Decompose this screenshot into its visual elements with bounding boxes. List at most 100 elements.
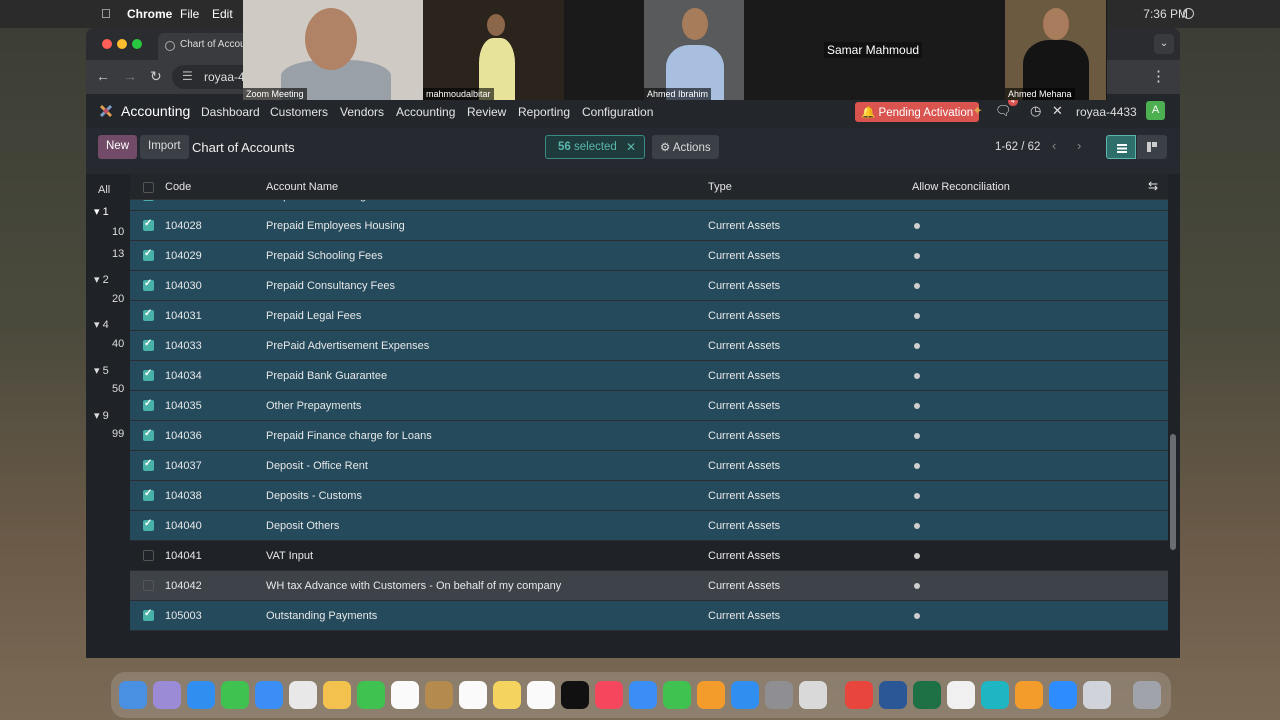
keynote-icon[interactable] bbox=[629, 681, 657, 709]
tools-icon[interactable]: ✕ bbox=[1052, 103, 1063, 119]
apps-menu-icon[interactable] bbox=[98, 103, 114, 119]
row-checkbox[interactable] bbox=[143, 248, 154, 261]
group-20[interactable]: 20 bbox=[112, 293, 124, 305]
reconcile-toggle[interactable] bbox=[914, 403, 920, 409]
launchpad-icon[interactable] bbox=[153, 681, 181, 709]
table-row[interactable]: 104035 Other Prepayments Current Assets bbox=[130, 391, 1168, 421]
pending-activation-badge[interactable]: 🔔 Pending Activation bbox=[855, 102, 980, 122]
site-info-icon[interactable]: ☰ bbox=[182, 69, 193, 83]
browser-menu-icon[interactable]: ⋮ bbox=[1151, 67, 1166, 85]
forward-icon[interactable]: → bbox=[123, 68, 137, 84]
trash-icon[interactable] bbox=[1133, 681, 1161, 709]
row-checkbox[interactable] bbox=[143, 518, 154, 531]
zoom-tile-1[interactable]: Zoom Meeting bbox=[243, 0, 423, 100]
table-row[interactable]: 104041 VAT Input Current Assets bbox=[130, 541, 1168, 571]
nav-customers[interactable]: Customers bbox=[270, 105, 328, 119]
safari-icon[interactable] bbox=[187, 681, 215, 709]
zoom-window-icon[interactable] bbox=[132, 39, 142, 49]
menubar-file[interactable]: File bbox=[180, 7, 199, 21]
reconcile-toggle[interactable] bbox=[914, 313, 920, 319]
reconcile-toggle[interactable] bbox=[914, 523, 920, 529]
app-store-icon[interactable] bbox=[731, 681, 759, 709]
reload-icon[interactable]: ↻ bbox=[150, 68, 162, 85]
table-row[interactable]: 104030 Prepaid Consultancy Fees Current As… bbox=[130, 271, 1168, 301]
zoom-tile-4[interactable]: Samar Mahmoud bbox=[784, 0, 964, 100]
row-checkbox[interactable] bbox=[143, 368, 154, 381]
group-99[interactable]: 99 bbox=[112, 428, 124, 440]
row-checkbox[interactable] bbox=[143, 278, 154, 291]
user-avatar[interactable]: A bbox=[1146, 101, 1165, 120]
import-button[interactable]: Import bbox=[140, 135, 189, 159]
zoom-tile-3[interactable]: Ahmed Ibrahim bbox=[644, 0, 744, 100]
table-row[interactable]: 105003 Outstanding Payments Current Assets bbox=[130, 601, 1168, 631]
back-icon[interactable]: ← bbox=[96, 68, 110, 84]
table-row[interactable]: 104031 Prepaid Legal Fees Current Assets bbox=[130, 301, 1168, 331]
calendar-icon[interactable] bbox=[391, 681, 419, 709]
group-13[interactable]: 13 bbox=[112, 248, 124, 260]
close-window-icon[interactable] bbox=[102, 39, 112, 49]
group-50[interactable]: 50 bbox=[112, 383, 124, 395]
lightning-icon[interactable]: ✦ bbox=[972, 103, 983, 119]
reconcile-toggle[interactable] bbox=[914, 223, 920, 229]
pager-next-icon[interactable]: › bbox=[1077, 138, 1081, 153]
reconcile-toggle[interactable] bbox=[914, 613, 920, 619]
excel-icon[interactable] bbox=[913, 681, 941, 709]
mail-icon[interactable] bbox=[255, 681, 283, 709]
reconcile-toggle[interactable] bbox=[914, 463, 920, 469]
menubar-clock[interactable]: 7:36 PM bbox=[1143, 7, 1188, 21]
apple-icon[interactable]:  bbox=[101, 6, 111, 21]
header-type[interactable]: Type bbox=[708, 181, 732, 193]
row-checkbox[interactable] bbox=[143, 398, 154, 411]
downloads-icon[interactable] bbox=[1083, 681, 1111, 709]
table-row[interactable]: 104029 Prepaid Schooling Fees Current Asse… bbox=[130, 241, 1168, 271]
new-button[interactable]: New bbox=[98, 135, 138, 159]
header-account-name[interactable]: Account Name bbox=[266, 181, 338, 193]
row-checkbox[interactable] bbox=[143, 608, 154, 621]
canva-icon[interactable] bbox=[981, 681, 1009, 709]
menubar-edit[interactable]: Edit bbox=[212, 7, 233, 21]
music-icon[interactable] bbox=[595, 681, 623, 709]
word-icon[interactable] bbox=[879, 681, 907, 709]
reconcile-toggle[interactable] bbox=[914, 283, 920, 289]
messages-icon[interactable]: 🗨 bbox=[995, 103, 1012, 119]
group-4[interactable]: ▾ 4 bbox=[94, 318, 109, 331]
table-row[interactable]: 104037 Deposit - Office Rent Current Asset… bbox=[130, 451, 1168, 481]
actions-button[interactable]: ⚙ Actions bbox=[652, 135, 719, 159]
table-row[interactable]: 104036 Prepaid Finance charge for Loans Cu… bbox=[130, 421, 1168, 451]
system-settings-icon[interactable] bbox=[765, 681, 793, 709]
reconcile-toggle[interactable] bbox=[914, 583, 920, 589]
menubar-app-name[interactable]: Chrome bbox=[127, 7, 172, 21]
pager-previous-icon[interactable]: ‹ bbox=[1052, 138, 1056, 153]
zoom-icon[interactable] bbox=[1049, 681, 1077, 709]
minimize-window-icon[interactable] bbox=[117, 39, 127, 49]
chrome-icon[interactable] bbox=[947, 681, 975, 709]
reconcile-toggle[interactable] bbox=[914, 553, 920, 559]
table-row[interactable]: 104042 WH tax Advance with Customers - On… bbox=[130, 571, 1168, 601]
zoom-tile-5[interactable]: Ahmed Mehana bbox=[1005, 0, 1106, 100]
control-center-icon[interactable] bbox=[1183, 8, 1194, 19]
zoom-tile-2[interactable]: mahmoudalbitar bbox=[423, 0, 564, 100]
freeform-icon[interactable] bbox=[527, 681, 555, 709]
apple-tv-icon[interactable] bbox=[561, 681, 589, 709]
row-checkbox[interactable] bbox=[143, 308, 154, 321]
app-name[interactable]: Accounting bbox=[121, 103, 190, 119]
acrobat-icon[interactable] bbox=[845, 681, 873, 709]
company-switcher[interactable]: royaa-4433 bbox=[1076, 105, 1137, 119]
group-1[interactable]: ▾ 1 bbox=[94, 205, 109, 218]
table-row[interactable]: 104033 PrePaid Advertisement Expenses Curr… bbox=[130, 331, 1168, 361]
row-checkbox[interactable] bbox=[143, 458, 154, 471]
nav-accounting[interactable]: Accounting bbox=[396, 105, 455, 119]
finder-icon[interactable] bbox=[119, 681, 147, 709]
activity-clock-icon[interactable]: ◷ bbox=[1030, 103, 1041, 119]
group-5[interactable]: ▾ 5 bbox=[94, 364, 109, 377]
pages-icon[interactable] bbox=[697, 681, 725, 709]
table-row[interactable]: 104038 Deposits - Customs Current Assets bbox=[130, 481, 1168, 511]
reconcile-toggle[interactable] bbox=[914, 493, 920, 499]
reminders-icon[interactable] bbox=[459, 681, 487, 709]
group-40[interactable]: 40 bbox=[112, 338, 124, 350]
nav-dashboard[interactable]: Dashboard bbox=[201, 105, 260, 119]
header-allow-reconciliation[interactable]: Allow Reconciliation bbox=[912, 181, 1010, 193]
table-row[interactable]: 104028 Prepaid Employees Housing Current A… bbox=[130, 211, 1168, 241]
row-checkbox[interactable] bbox=[143, 550, 154, 561]
nav-configuration[interactable]: Configuration bbox=[582, 105, 653, 119]
